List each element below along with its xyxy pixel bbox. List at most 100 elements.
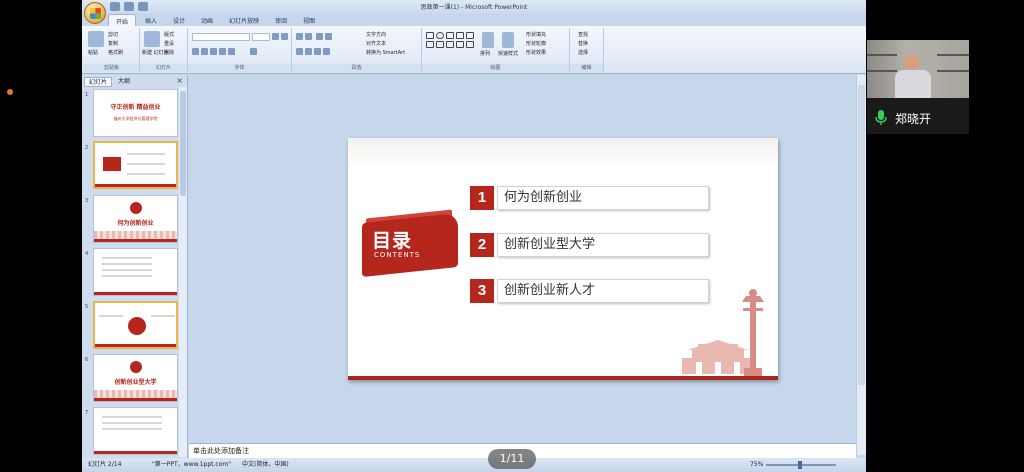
- participant-video-tile[interactable]: 郑晓开: [867, 40, 969, 134]
- thumb-title: 创新创业型大学: [114, 379, 157, 386]
- thumb-bar: [94, 239, 177, 242]
- tab-view[interactable]: 视图: [296, 14, 322, 26]
- tab-slideshow[interactable]: 幻灯片放映: [222, 14, 266, 26]
- tab-review[interactable]: 审阅: [268, 14, 294, 26]
- office-logo-icon: [90, 8, 101, 19]
- reset-button[interactable]: 重设: [164, 40, 174, 47]
- tab-outline[interactable]: 大纲: [114, 77, 134, 87]
- slide-position: 幻灯片 2/14: [88, 461, 122, 468]
- font-size-combo[interactable]: [252, 33, 270, 41]
- select-button[interactable]: 选择: [578, 49, 588, 56]
- thumb-line: [127, 173, 165, 175]
- thumb-number: 2: [85, 145, 89, 151]
- numbering-icon[interactable]: [305, 33, 312, 40]
- tab-slides[interactable]: 幻灯片: [84, 77, 113, 87]
- slide-thumbnail-2[interactable]: [93, 141, 178, 189]
- zoom-slider-handle[interactable]: [798, 461, 802, 469]
- thumb-bar: [94, 292, 177, 295]
- star-shape-icon[interactable]: [436, 41, 444, 48]
- increase-indent-icon[interactable]: [325, 33, 332, 40]
- layout-button[interactable]: 版式: [164, 31, 174, 38]
- participant-name: 郑晓开: [895, 112, 932, 126]
- triangle-shape-icon[interactable]: [466, 32, 474, 39]
- font-name-combo[interactable]: [192, 33, 250, 41]
- paste-icon[interactable]: [88, 31, 104, 47]
- flowchart-shape-icon[interactable]: [466, 41, 474, 48]
- format-painter-button[interactable]: 格式刷: [108, 49, 123, 56]
- office-button[interactable]: [84, 2, 106, 24]
- shape-outline-button[interactable]: 形状轮廓: [526, 40, 546, 47]
- shape-fill-button[interactable]: 形状填充: [526, 31, 546, 38]
- quick-styles-button[interactable]: 快速样式: [498, 50, 518, 57]
- thumb-line: [102, 269, 152, 271]
- tab-insert[interactable]: 插入: [138, 14, 164, 26]
- grow-font-icon[interactable]: [272, 33, 279, 40]
- zoom-level[interactable]: 75%: [750, 458, 763, 472]
- tab-design[interactable]: 设计: [166, 14, 192, 26]
- group-paragraph: 文字方向 对齐文本 转换为 SmartArt 段落: [292, 28, 422, 72]
- decrease-indent-icon[interactable]: [316, 33, 323, 40]
- scrollbar-thumb[interactable]: [180, 91, 186, 196]
- slide-thumbnail-6[interactable]: 创新创业型大学: [93, 354, 178, 402]
- bookshelf: [937, 70, 969, 72]
- shadow-icon[interactable]: [228, 48, 235, 55]
- group-drawing: 排列 快速样式 形状填充 形状轮廓 形状效果 绘图: [422, 28, 570, 72]
- line-shape-icon[interactable]: [446, 32, 454, 39]
- microphone-icon[interactable]: [875, 110, 887, 126]
- slide-canvas[interactable]: 目录 CONTENTS 1 何为创新创业 2 创新创业型大学 3 创新创业新人才: [348, 138, 778, 380]
- underline-icon[interactable]: [210, 48, 217, 55]
- slide-thumbnail-5[interactable]: [93, 301, 178, 349]
- bookshelf: [867, 70, 897, 72]
- brace-shape-icon[interactable]: [456, 41, 464, 48]
- slide-header-band: [348, 138, 778, 168]
- bracket-shape-icon[interactable]: [426, 41, 434, 48]
- delete-button[interactable]: 删除: [164, 49, 174, 56]
- convert-smartart-button[interactable]: 转换为 SmartArt: [366, 49, 405, 56]
- align-text-button[interactable]: 对齐文本: [366, 40, 386, 47]
- slide-thumbnail-7[interactable]: [93, 407, 178, 455]
- align-center-icon[interactable]: [305, 48, 312, 55]
- bold-icon[interactable]: [192, 48, 199, 55]
- justify-icon[interactable]: [323, 48, 330, 55]
- align-right-icon[interactable]: [314, 48, 321, 55]
- callout-shape-icon[interactable]: [446, 41, 454, 48]
- shape-effects-button[interactable]: 形状效果: [526, 49, 546, 56]
- align-left-icon[interactable]: [296, 48, 303, 55]
- bullets-icon[interactable]: [296, 33, 303, 40]
- scrollbar-thumb[interactable]: [858, 85, 865, 385]
- strikethrough-icon[interactable]: [219, 48, 226, 55]
- contents-item-1[interactable]: 1 何为创新创业: [470, 186, 710, 210]
- replace-button[interactable]: 替换: [578, 40, 588, 47]
- window-title: 思政第一课(1) - Microsoft PowerPoint: [420, 4, 528, 11]
- group-slides: 新建 幻灯片 版式 重设 删除 幻灯片: [140, 28, 188, 72]
- font-color-icon[interactable]: [250, 48, 257, 55]
- slide-thumbnail-4[interactable]: [93, 248, 178, 296]
- slide-thumbnail-1[interactable]: 守正创新 精益创业 福州大学经济与管理学院: [93, 89, 178, 137]
- find-button[interactable]: 查找: [578, 31, 588, 38]
- contents-item-3[interactable]: 3 创新创业新人才: [470, 279, 710, 303]
- quick-styles-icon[interactable]: [502, 32, 514, 48]
- thumbnails-scrollbar[interactable]: [179, 87, 187, 457]
- thumb-subtitle: 福州大学经济与管理学院: [113, 116, 158, 121]
- oval-shape-icon[interactable]: [436, 32, 444, 39]
- tab-home[interactable]: 开始: [108, 14, 137, 26]
- tab-animation[interactable]: 动画: [194, 14, 220, 26]
- rectangle-shape-icon[interactable]: [426, 32, 434, 39]
- slide-thumbnail-3[interactable]: 何为创新创业: [93, 195, 178, 243]
- copy-button[interactable]: 复制: [108, 40, 118, 47]
- vertical-scrollbar[interactable]: [856, 75, 866, 455]
- group-font: 字体: [188, 28, 292, 72]
- shrink-font-icon[interactable]: [281, 33, 288, 40]
- italic-icon[interactable]: [201, 48, 208, 55]
- arrow-shape-icon[interactable]: [456, 32, 464, 39]
- text-direction-button[interactable]: 文字方向: [366, 31, 386, 38]
- paste-button[interactable]: 粘贴: [88, 49, 98, 56]
- arrange-icon[interactable]: [482, 32, 494, 48]
- thumb-line: [102, 275, 152, 277]
- contents-item-2[interactable]: 2 创新创业型大学: [470, 233, 710, 257]
- arrange-button[interactable]: 排列: [480, 50, 490, 57]
- thumb-number: 5: [85, 304, 89, 310]
- cut-button[interactable]: 剪切: [108, 31, 118, 38]
- close-panel-icon[interactable]: ×: [176, 76, 183, 85]
- new-slide-icon[interactable]: [144, 31, 160, 47]
